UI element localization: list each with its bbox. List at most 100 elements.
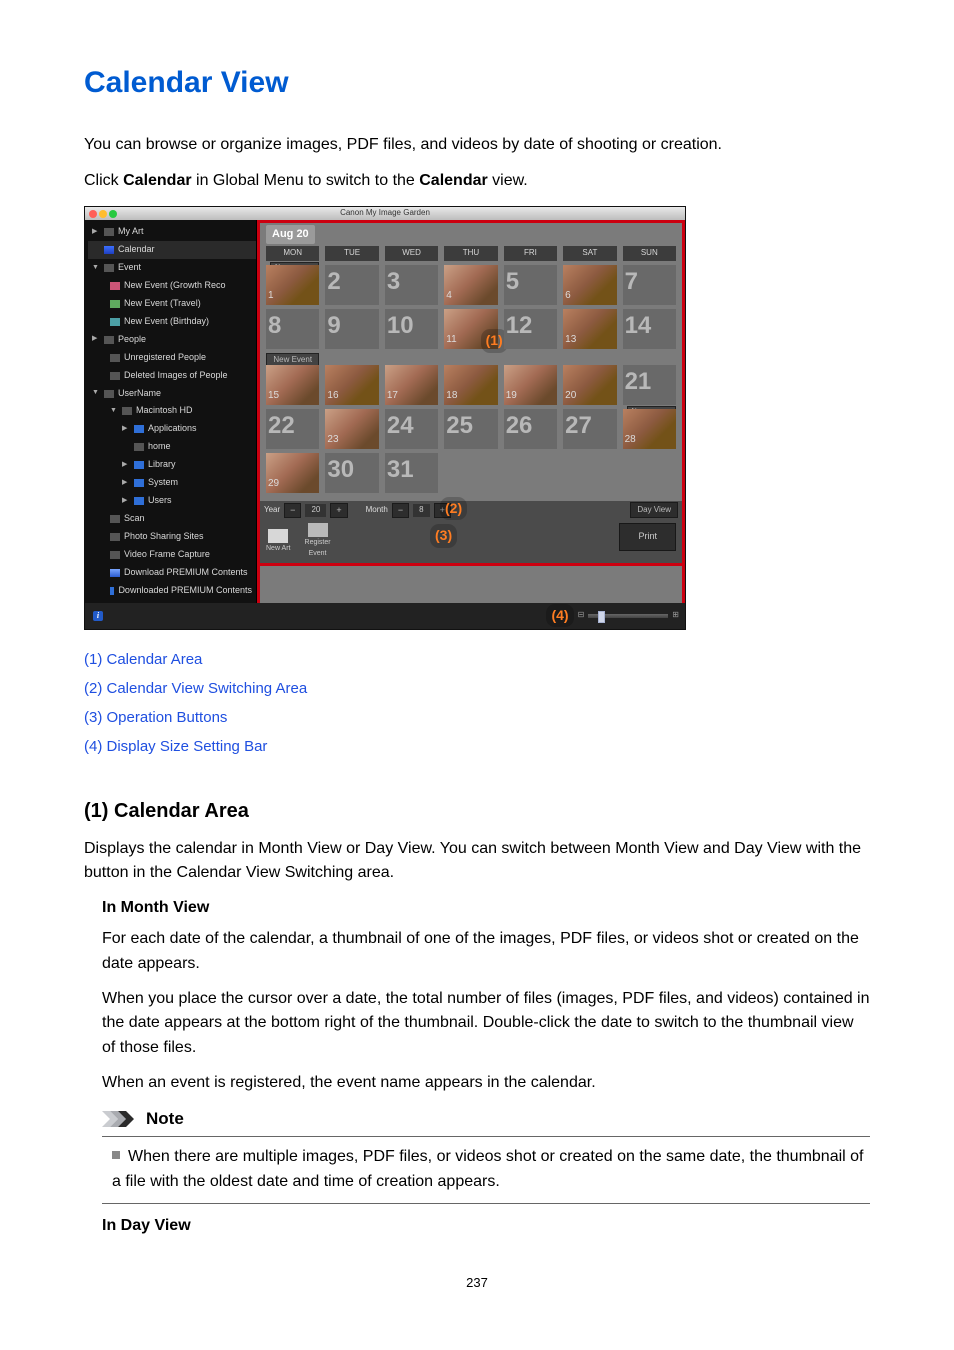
day-cell[interactable]: 19 <box>504 365 557 405</box>
day-number: 28 <box>625 432 636 448</box>
sidebar-item-vfc[interactable]: Video Frame Capture <box>88 546 256 564</box>
register-event-button[interactable]: Register Event <box>305 523 331 560</box>
newart-button[interactable]: New Art <box>266 529 291 555</box>
link-operation-buttons[interactable]: (3) Operation Buttons <box>84 709 227 726</box>
zoom-slider[interactable] <box>588 614 668 618</box>
page-title: Calendar View <box>84 60 870 107</box>
sidebar-item-label: People <box>118 333 146 347</box>
day-cell[interactable]: 30 <box>325 453 378 493</box>
day-cell[interactable]: 2 <box>325 265 378 305</box>
day-cell[interactable]: 17 <box>385 365 438 405</box>
sidebar-item-home[interactable]: home <box>88 438 256 456</box>
month-prev-button[interactable]: − <box>392 503 409 519</box>
sidebar-item-event-birthday[interactable]: New Event (Birthday) <box>88 313 256 331</box>
sidebar-item-scan[interactable]: Scan <box>88 510 256 528</box>
dayview-button[interactable]: Day View <box>630 502 678 518</box>
day-number: 19 <box>506 388 517 404</box>
day-number: 6 <box>565 288 571 304</box>
day-cell[interactable]: 11(1) <box>444 309 497 349</box>
sidebar-item-event-travel[interactable]: New Event (Travel) <box>88 295 256 313</box>
operation-bar: New Art Register Event (3) Print <box>260 520 682 566</box>
day-cell[interactable]: 18 <box>444 365 497 405</box>
print-button[interactable]: Print <box>619 523 676 551</box>
day-cell[interactable]: 12 <box>504 309 557 349</box>
year-next-button[interactable]: + <box>330 503 347 519</box>
month-view-p2: When you place the cursor over a date, t… <box>102 987 870 1061</box>
callout-3: (3) <box>430 524 457 548</box>
zoom-in-icon[interactable]: ⊞ <box>672 609 679 621</box>
sidebar-item-event-growth[interactable]: New Event (Growth Reco <box>88 277 256 295</box>
day-cell[interactable]: 24 <box>385 409 438 449</box>
sidebar-item-myart[interactable]: ▶My Art <box>88 223 256 241</box>
app-screenshot: Canon My Image Garden ▶My Art Calendar ▼… <box>84 206 686 630</box>
day-cell[interactable]: 6 <box>563 265 616 305</box>
thumbnail <box>563 265 616 305</box>
day-cell[interactable]: 5 <box>504 265 557 305</box>
day-cell[interactable]: 7 <box>623 265 676 305</box>
day-cell[interactable]: 29 <box>266 453 319 493</box>
main-content: Aug 20 MON TUE WED THU FRI SAT SUN New E… <box>257 220 685 603</box>
day-cell[interactable]: 4 <box>444 265 497 305</box>
sidebar-item-people[interactable]: ▶People <box>88 331 256 349</box>
day-view-heading: In Day View <box>102 1214 870 1239</box>
day-number: 15 <box>268 388 279 404</box>
sidebar-item-deleted[interactable]: Deleted Images of People <box>88 367 256 385</box>
day-cell[interactable]: 21 <box>623 365 676 405</box>
day-cell[interactable]: 26 <box>504 409 557 449</box>
sidebar-item-username[interactable]: ▼UserName <box>88 385 256 403</box>
sidebar-item-dlprem[interactable]: Download PREMIUM Contents <box>88 564 256 582</box>
sidebar-item-unregistered[interactable]: Unregistered People <box>88 349 256 367</box>
day-cell[interactable]: 20 <box>563 365 616 405</box>
day-cell[interactable]: 3 <box>385 265 438 305</box>
day-number: 5 <box>506 263 519 300</box>
day-cell[interactable]: New Event...28 <box>623 409 676 449</box>
day-cell[interactable]: 8 <box>266 309 319 349</box>
thumbnail <box>444 265 497 305</box>
sidebar-item-library[interactable]: ▶Library <box>88 456 256 474</box>
sidebar-item-calendar[interactable]: Calendar <box>88 241 256 259</box>
sidebar-item-system[interactable]: ▶System <box>88 474 256 492</box>
info-icon[interactable]: i <box>93 611 103 621</box>
link-display-size[interactable]: (4) Display Size Setting Bar <box>84 738 267 755</box>
sidebar-item-machd[interactable]: ▼Macintosh HD <box>88 402 256 420</box>
zoom-out-icon[interactable]: ⊟ <box>578 609 585 621</box>
section-1-body: Displays the calendar in Month View or D… <box>84 837 870 887</box>
share-icon <box>110 533 120 541</box>
day-cell[interactable]: 16 <box>325 365 378 405</box>
computer-icon <box>104 390 114 398</box>
note-bottom-rule <box>102 1203 870 1204</box>
link-switching-area[interactable]: (2) Calendar View Switching Area <box>84 680 307 697</box>
dow-fri: FRI <box>504 246 557 260</box>
sidebar-item-apps[interactable]: ▶Applications <box>88 420 256 438</box>
sidebar-item-dledprem[interactable]: Downloaded PREMIUM Contents <box>88 582 256 600</box>
day-cell[interactable]: 23 <box>325 409 378 449</box>
sidebar-item-sharing[interactable]: Photo Sharing Sites <box>88 528 256 546</box>
ops-label: New Art <box>266 545 291 552</box>
folder-icon <box>134 497 144 505</box>
month-label: Aug 20 <box>266 225 315 244</box>
link-calendar-area[interactable]: (1) Calendar Area <box>84 651 202 668</box>
sidebar-item-label: Calendar <box>118 243 155 257</box>
month-view-heading: In Month View <box>102 896 870 921</box>
day-number: 20 <box>565 388 576 404</box>
intro-2-b1: Calendar <box>123 172 191 189</box>
folder-icon <box>110 587 114 595</box>
day-cell[interactable]: 31 <box>385 453 438 493</box>
day-cell[interactable]: 9 <box>325 309 378 349</box>
day-number: 1 <box>268 288 274 304</box>
sidebar-item-users[interactable]: ▶Users <box>88 492 256 510</box>
day-cell[interactable]: 10 <box>385 309 438 349</box>
day-cell[interactable]: New Event (Travel)15 <box>266 365 319 405</box>
day-cell[interactable]: 25 <box>444 409 497 449</box>
day-number: 29 <box>268 476 279 492</box>
sidebar-item-label: Applications <box>148 422 197 436</box>
year-prev-button[interactable]: − <box>284 503 301 519</box>
day-cell[interactable]: 22 <box>266 409 319 449</box>
day-cell[interactable]: New Event...1 <box>266 265 319 305</box>
sidebar-item-event[interactable]: ▼Event <box>88 259 256 277</box>
sidebar-item-label: UserName <box>118 387 161 401</box>
zoom-knob[interactable] <box>598 611 605 623</box>
day-cell[interactable]: 27 <box>563 409 616 449</box>
day-cell[interactable]: 14 <box>623 309 676 349</box>
day-cell[interactable]: 13 <box>563 309 616 349</box>
